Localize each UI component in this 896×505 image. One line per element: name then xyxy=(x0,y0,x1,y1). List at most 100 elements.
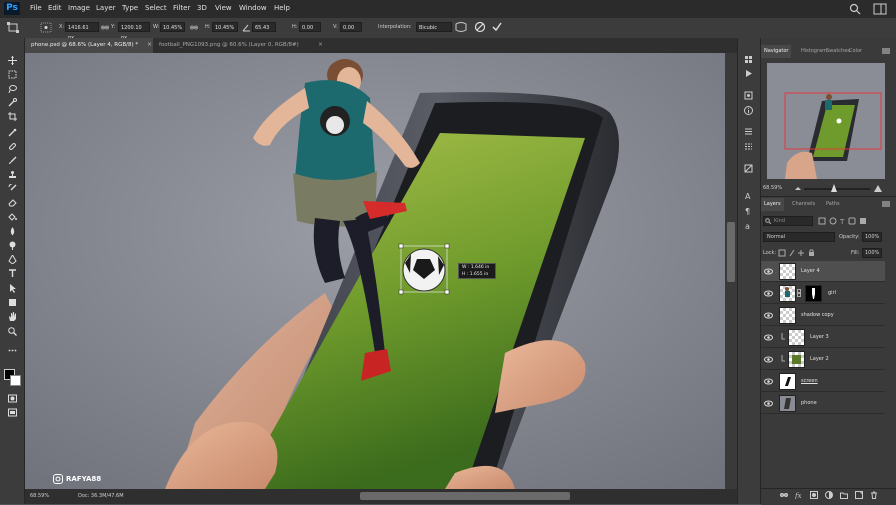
tab-navigator[interactable]: Navigator xyxy=(761,45,792,58)
tab-phone-psd[interactable]: phone.psd @ 68.6% (Layer 4, RGB/8) * xyxy=(25,38,153,53)
h-input[interactable]: 10.45% xyxy=(212,22,238,32)
eraser-tool-icon[interactable] xyxy=(4,196,20,208)
visibility-eye-icon[interactable] xyxy=(764,399,773,408)
menu-edit[interactable]: Edit xyxy=(48,4,62,12)
clone-stamp-tool-icon[interactable] xyxy=(4,168,20,180)
x-input[interactable]: 1416.61 px xyxy=(65,22,99,41)
menu-select[interactable]: Select xyxy=(145,4,167,12)
lasso-tool-icon[interactable] xyxy=(4,82,20,94)
menu-window[interactable]: Window xyxy=(239,4,267,12)
menu-help[interactable]: Help xyxy=(274,4,290,12)
menu-3d[interactable]: 3D xyxy=(197,4,207,12)
layer-name[interactable]: girl xyxy=(828,289,836,298)
glyphs-panel-icon[interactable]: a xyxy=(742,220,754,231)
zoom-slider-handle[interactable] xyxy=(831,184,837,192)
more-tools-icon[interactable] xyxy=(4,344,20,356)
transform-tool-icon[interactable] xyxy=(6,22,22,33)
layer-name[interactable]: Layer 3 xyxy=(810,333,829,342)
search-icon[interactable] xyxy=(849,3,861,15)
menu-layer[interactable]: Layer xyxy=(96,4,116,12)
menu-type[interactable]: Type xyxy=(122,4,138,12)
link-layers-icon[interactable] xyxy=(780,491,788,499)
quick-selection-tool-icon[interactable] xyxy=(4,96,20,108)
blur-tool-icon[interactable] xyxy=(4,225,20,237)
navigator-thumbnail[interactable] xyxy=(767,63,885,179)
new-group-icon[interactable] xyxy=(840,491,848,499)
layer-name[interactable]: screen xyxy=(801,377,818,386)
vskew-input[interactable]: 0.00 xyxy=(340,22,362,32)
visibility-eye-icon[interactable] xyxy=(764,333,773,342)
menu-file[interactable]: File xyxy=(30,4,42,12)
tab-football-png[interactable]: football_PNG1093.png @ 60.6% (Layer 0, R… xyxy=(153,38,333,53)
pen-tool-icon[interactable] xyxy=(4,253,20,265)
zoom-slider-track[interactable] xyxy=(804,188,870,190)
layer-mask-thumbnail[interactable] xyxy=(805,285,822,302)
dodge-tool-icon[interactable] xyxy=(4,239,20,251)
lock-icons[interactable] xyxy=(778,249,818,257)
layer-name[interactable]: shadow copy xyxy=(801,311,834,320)
screen-mode-icon[interactable] xyxy=(4,406,20,418)
brush-tool-icon[interactable] xyxy=(4,154,20,166)
angle-input[interactable]: 65.43 xyxy=(252,22,276,32)
tab-channels[interactable]: Channels xyxy=(789,198,818,211)
delete-layer-icon[interactable] xyxy=(870,491,878,499)
color-panel-icon[interactable] xyxy=(742,163,754,174)
commit-transform-icon[interactable] xyxy=(491,21,503,33)
add-mask-icon[interactable] xyxy=(810,491,818,499)
navigator-zoom[interactable]: 68.59% xyxy=(763,185,782,191)
new-layer-icon[interactable] xyxy=(855,491,863,499)
y-input[interactable]: 1200.10 px xyxy=(118,22,150,41)
zoom-out-icon[interactable] xyxy=(795,186,801,191)
character-panel-icon[interactable]: A xyxy=(742,190,754,201)
background-color-swatch[interactable] xyxy=(10,375,21,386)
vertical-scroll-thumb[interactable] xyxy=(727,222,735,282)
tab-layers[interactable]: Layers xyxy=(761,198,784,211)
layer-name[interactable]: phone xyxy=(801,399,817,408)
path-selection-tool-icon[interactable] xyxy=(4,282,20,294)
visibility-eye-icon[interactable] xyxy=(764,377,773,386)
tab-paths[interactable]: Paths xyxy=(823,198,843,211)
blend-mode-select[interactable]: Normal xyxy=(763,232,835,242)
workspace-icon[interactable] xyxy=(873,3,887,15)
warp-icon[interactable] xyxy=(455,21,467,33)
styles-icon[interactable] xyxy=(742,141,754,152)
document-size[interactable]: Doc: 36.3M/47.6M xyxy=(78,493,124,499)
layer-style-fx-icon[interactable]: fx xyxy=(794,491,803,500)
properties-icon[interactable] xyxy=(742,90,754,101)
close-tab-icon[interactable]: × xyxy=(318,42,324,48)
opacity-input[interactable]: 100% xyxy=(862,232,882,242)
tab-color[interactable]: Color xyxy=(846,45,865,58)
fill-input[interactable]: 100% xyxy=(862,248,882,258)
visibility-eye-icon[interactable] xyxy=(764,289,773,298)
zoom-level[interactable]: 68.59% xyxy=(30,493,49,499)
quick-mask-icon[interactable] xyxy=(4,392,20,404)
interpolation-select[interactable]: Bicubic xyxy=(416,22,452,32)
adjustment-layer-icon[interactable] xyxy=(825,491,833,499)
menu-filter[interactable]: Filter xyxy=(173,4,190,12)
eyedropper-tool-icon[interactable] xyxy=(4,126,20,138)
menu-view[interactable]: View xyxy=(215,4,232,12)
panel-menu-icon[interactable] xyxy=(882,48,890,54)
history-brush-tool-icon[interactable] xyxy=(4,182,20,194)
actions-play-icon[interactable] xyxy=(742,68,754,79)
move-tool-icon[interactable] xyxy=(4,54,20,66)
w-input[interactable]: 10.45% xyxy=(160,22,185,32)
document-canvas[interactable]: W : 1.646 in H : 1.655 in RAFYA88 xyxy=(25,53,725,489)
reference-point-icon[interactable] xyxy=(40,22,54,33)
hand-tool-icon[interactable] xyxy=(4,310,20,322)
paragraph-panel-icon[interactable]: ¶ xyxy=(742,205,754,216)
paint-bucket-tool-icon[interactable] xyxy=(4,210,20,222)
link-icon[interactable] xyxy=(101,24,109,31)
zoom-tool-icon[interactable] xyxy=(4,325,20,337)
zoom-in-icon[interactable] xyxy=(874,185,882,192)
layers-panel-menu-icon[interactable] xyxy=(882,201,890,207)
crop-tool-icon[interactable] xyxy=(4,110,20,122)
visibility-eye-icon[interactable] xyxy=(764,267,773,276)
history-panel-icon[interactable] xyxy=(742,54,754,65)
horizontal-scroll-thumb[interactable] xyxy=(360,492,570,500)
layer-name[interactable]: Layer 4 xyxy=(801,267,820,276)
healing-brush-tool-icon[interactable] xyxy=(4,140,20,152)
link-ratio-icon[interactable] xyxy=(190,24,198,31)
cancel-transform-icon[interactable] xyxy=(474,21,486,33)
type-tool-icon[interactable] xyxy=(4,267,20,279)
